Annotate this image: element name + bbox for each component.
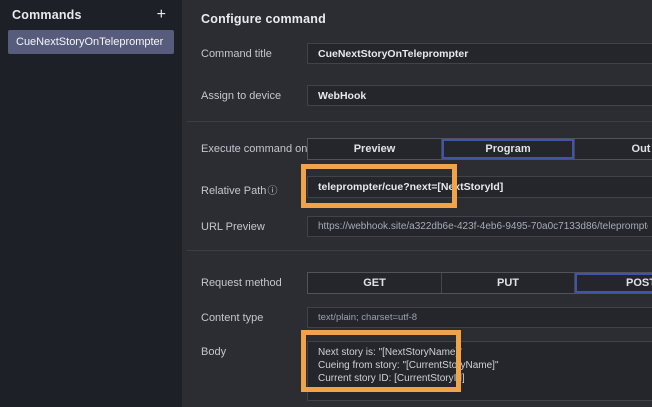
relative-path-input[interactable] <box>307 176 652 198</box>
sidebar-title: Commands <box>12 8 82 22</box>
request-method-label: Request method <box>201 277 282 289</box>
execute-on-option-preview[interactable]: Preview <box>308 139 441 159</box>
relative-path-label: Relative Pathⓘ <box>201 182 277 197</box>
execute-on-segmented-control: Preview Program Out <box>307 138 652 160</box>
assign-device-label: Assign to device <box>201 90 281 102</box>
add-command-button[interactable]: + <box>155 7 168 23</box>
sidebar-item-command[interactable]: CueNextStoryOnTeleprompter <box>8 30 174 54</box>
request-method-option-put[interactable]: PUT <box>441 273 574 293</box>
request-method-segmented-control: GET PUT POST <box>307 272 652 294</box>
content-type-input[interactable] <box>307 307 652 328</box>
command-title-label: Command title <box>201 48 272 60</box>
relative-path-label-text: Relative Path <box>201 185 266 197</box>
command-title-input[interactable] <box>307 43 652 64</box>
execute-on-label: Execute command on <box>201 143 307 155</box>
page-title: Configure command <box>201 12 326 26</box>
plus-icon: + <box>157 6 166 23</box>
command-editor-window: Commands + CueNextStoryOnTeleprompter Co… <box>0 0 652 407</box>
sidebar-header: Commands + <box>0 0 182 23</box>
section-divider <box>187 250 652 251</box>
request-method-option-get[interactable]: GET <box>308 273 441 293</box>
execute-on-option-program[interactable]: Program <box>441 139 574 159</box>
body-label: Body <box>201 346 226 358</box>
info-icon: ⓘ <box>267 186 277 197</box>
configure-command-panel: Configure command Command title Assign t… <box>182 0 652 407</box>
url-preview-label: URL Preview <box>201 221 265 233</box>
section-divider <box>187 121 652 122</box>
commands-sidebar: Commands + CueNextStoryOnTeleprompter <box>0 0 182 407</box>
content-type-label: Content type <box>201 312 263 324</box>
body-textarea[interactable]: Next story is: "[NextStoryName]" Cueing … <box>307 341 652 401</box>
assign-device-input[interactable] <box>307 85 652 106</box>
execute-on-option-out[interactable]: Out <box>574 139 652 159</box>
request-method-option-post[interactable]: POST <box>574 273 652 293</box>
url-preview-input[interactable] <box>307 216 652 237</box>
